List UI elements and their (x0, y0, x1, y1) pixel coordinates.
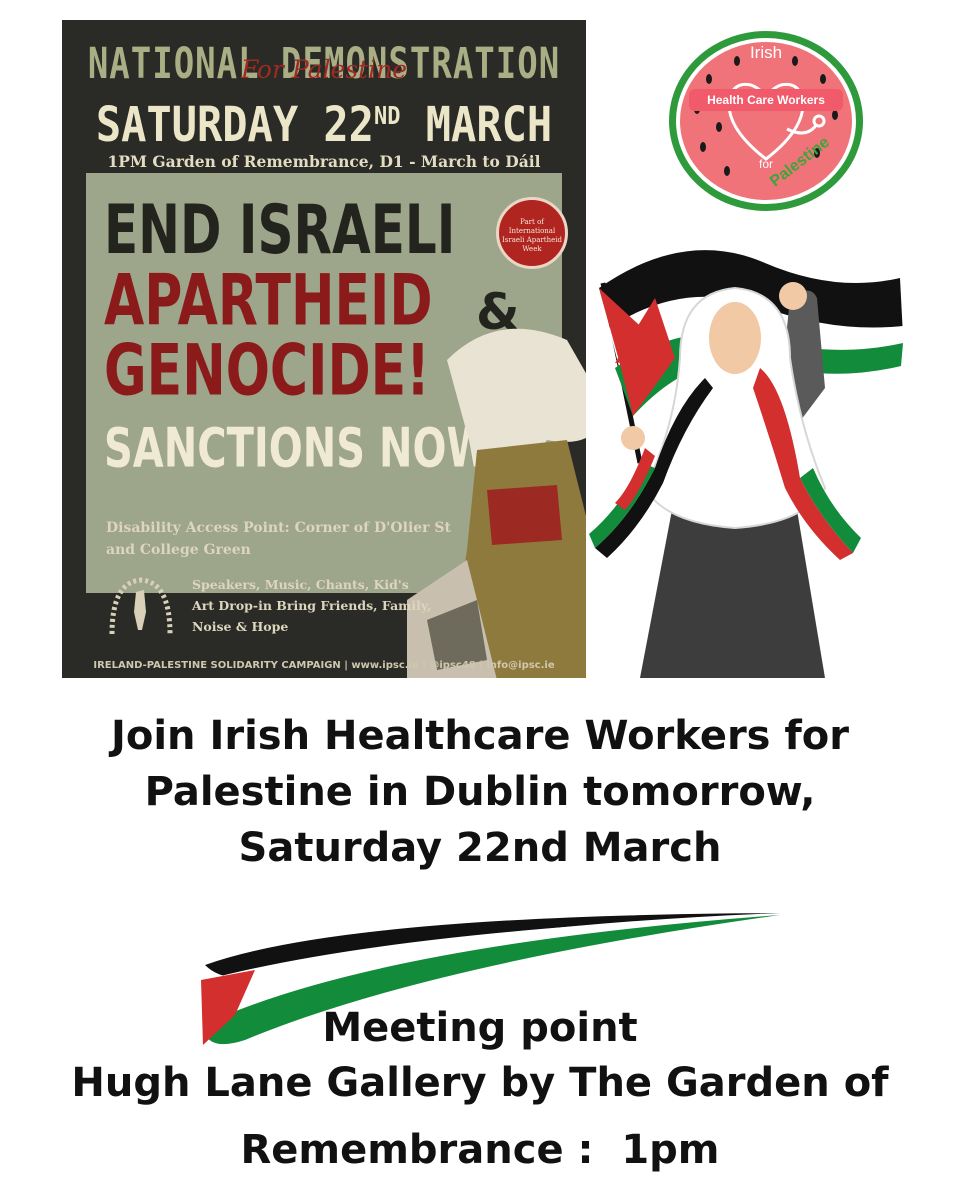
slogan-line-2: APARTHEID (104, 261, 433, 342)
event-message: Join Irish Healthcare Workers for Palest… (0, 708, 960, 876)
logo-text-irish: Irish (749, 43, 783, 62)
message-line-2: Palestine in Dublin tomorrow, (144, 769, 816, 815)
poster-footer: IRELAND-PALESTINE SOLIDARITY CAMPAIGN | … (93, 660, 555, 671)
message-line-3: Saturday 22nd March (238, 825, 722, 871)
logo-text-for: for (758, 157, 773, 171)
activities-text: Speakers, Music, Chants, Kid's Art Drop-… (192, 577, 432, 634)
logo-text-healthcare-workers: Health Care Workers (689, 89, 843, 111)
poster-woman-illustration (407, 328, 586, 678)
ipsc-logo (109, 577, 173, 635)
meeting-point-title: Meeting point (322, 1005, 638, 1051)
date-main: SATURDAY 22 (95, 96, 374, 153)
poster-subtitle: For Palestine (240, 55, 408, 84)
slogan-line-1: END ISRAELI (104, 191, 456, 270)
slogan-line-3: GENOCIDE! (104, 331, 430, 412)
demonstration-poster: NATIONAL DEMONSTRATION For Palestine SAT… (62, 20, 586, 678)
woman-with-flag-illustration (589, 250, 903, 678)
poster-location: 1PM Garden of Remembrance, D1 - March to… (107, 152, 541, 171)
healthcare-workers-logo: Irish Health Care Workers for Palestine (667, 29, 865, 213)
date-suffix: ND (373, 102, 401, 131)
poster-date: SATURDAY 22ND MARCH (62, 96, 586, 152)
meeting-point-time: Remembrance : 1pm (240, 1127, 720, 1173)
date-month: MARCH (400, 96, 553, 153)
disability-access-text: Disability Access Point: Corner of D'Oli… (106, 520, 452, 558)
message-line-1: Join Irish Healthcare Workers for (110, 713, 850, 759)
meeting-point-location: Hugh Lane Gallery by The Garden of (71, 1060, 889, 1106)
apartheid-week-badge: Part of International Israeli Apartheid … (496, 197, 568, 269)
badge-text: Part of International Israeli Apartheid … (502, 218, 562, 253)
